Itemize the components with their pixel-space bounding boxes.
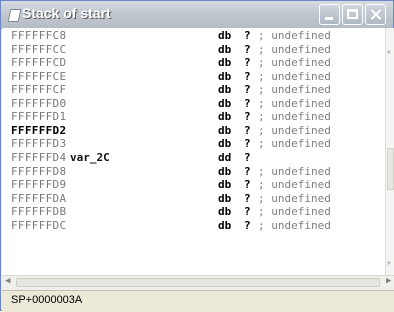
stack-offset: FFFFFFDA (11, 191, 67, 205)
row-comment: ; undefined (258, 123, 331, 137)
stack-offset: FFFFFFC8 (11, 29, 67, 42)
stack-offset: FFFFFFDC (11, 218, 67, 232)
stack-offset: FFFFFFD0 (11, 96, 67, 110)
undefined-value: ? (244, 123, 251, 137)
stack-pointer-offset: SP+0000003A (11, 294, 83, 306)
undefined-value: ? (244, 110, 251, 124)
horizontal-scroll-thumb[interactable] (16, 278, 380, 287)
status-bar: SP+0000003A (2, 290, 394, 312)
undefined-value: ? (244, 191, 251, 205)
row-comment: ; undefined (258, 56, 331, 70)
data-directive: db (218, 110, 232, 124)
stack-row[interactable]: FFFFFFD9 db? ; undefined (2, 178, 385, 191)
variable-name: var_2C (70, 150, 110, 164)
undefined-value: ? (244, 83, 251, 97)
undefined-value: ? (244, 69, 251, 83)
data-directive: db (218, 178, 232, 192)
stack-offset: FFFFFFD1 (11, 110, 67, 124)
stack-offset: FFFFFFCF (11, 83, 67, 97)
scroll-left-arrow-icon[interactable]: ◀ (5, 276, 10, 286)
undefined-value: ? (244, 29, 251, 42)
stack-row[interactable]: FFFFFFCF db? ; undefined (2, 83, 385, 96)
stack-row[interactable]: FFFFFFDB db? ; undefined (2, 205, 385, 218)
stack-offset: FFFFFFDB (11, 205, 67, 219)
stack-row[interactable]: FFFFFFC8 db? ; undefined (2, 29, 385, 42)
row-comment: ; undefined (258, 205, 331, 219)
row-comment: ; undefined (258, 83, 331, 97)
data-directive: db (218, 164, 232, 178)
stack-offset: FFFFFFCC (11, 42, 67, 56)
undefined-value: ? (244, 137, 251, 151)
stack-row[interactable]: FFFFFFD4 var_2C dd? (2, 151, 385, 164)
scroll-right-arrow-icon[interactable]: ▶ (386, 276, 391, 286)
stack-listing[interactable]: FFFFFFC8 db? ; undefined FFFFFFCC db? ; undef… (2, 28, 385, 275)
scroll-up-arrow-icon[interactable]: ▲ (387, 48, 391, 55)
data-directive: db (218, 42, 232, 56)
data-directive: dd (218, 150, 232, 164)
stack-row[interactable]: FFFFFFCD db? ; undefined (2, 56, 385, 69)
undefined-value: ? (244, 96, 251, 110)
stack-window-icon (7, 9, 22, 22)
row-comment: ; undefined (258, 96, 331, 110)
vertical-scroll-thumb[interactable] (387, 148, 394, 190)
maximize-button[interactable] (342, 4, 363, 25)
row-comment: ; undefined (258, 191, 331, 205)
horizontal-scrollbar[interactable]: ◀ ▶ (2, 275, 394, 290)
row-comment: ; undefined (258, 218, 331, 232)
data-directive: db (218, 56, 232, 70)
row-comment: ; undefined (258, 42, 331, 56)
row-comment: ; undefined (258, 178, 331, 192)
stack-offset: FFFFFFD2 (11, 123, 67, 137)
row-comment: ; undefined (258, 69, 331, 83)
stack-row[interactable]: FFFFFFD8 db? ; undefined (2, 165, 385, 178)
window-title: Stack of start (22, 5, 111, 21)
stack-row[interactable]: FFFFFFCE db? ; undefined (2, 70, 385, 83)
stack-row[interactable]: FFFFFFD2 db? ; undefined (2, 124, 385, 137)
stack-offset: FFFFFFD4 (11, 150, 67, 164)
undefined-value: ? (244, 218, 251, 232)
data-directive: db (218, 83, 232, 97)
stack-row[interactable]: FFFFFFD0 db? ; undefined (2, 97, 385, 110)
row-comment: ; undefined (258, 164, 331, 178)
data-directive: db (218, 191, 232, 205)
data-directive: db (218, 123, 232, 137)
undefined-value: ? (244, 164, 251, 178)
data-directive: db (218, 218, 232, 232)
close-button[interactable] (365, 4, 386, 25)
stack-offset: FFFFFFD9 (11, 178, 67, 192)
undefined-value: ? (244, 56, 251, 70)
data-directive: db (218, 29, 232, 42)
title-bar[interactable]: Stack of start (1, 1, 393, 29)
stack-row[interactable]: FFFFFFD1 db? ; undefined (2, 110, 385, 123)
undefined-value: ? (244, 150, 251, 164)
vertical-scrollbar[interactable]: ▲ ▼ (385, 28, 394, 276)
stack-row[interactable]: FFFFFFDC db? ; undefined (2, 219, 385, 232)
undefined-value: ? (244, 42, 251, 56)
data-directive: db (218, 69, 232, 83)
stack-offset: FFFFFFD8 (11, 164, 67, 178)
row-comment: ; undefined (258, 110, 331, 124)
scroll-down-arrow-icon[interactable]: ▼ (387, 260, 391, 267)
row-comment: ; undefined (258, 137, 331, 151)
minimize-button[interactable] (319, 4, 340, 25)
stack-offset: FFFFFFCE (11, 69, 67, 83)
data-directive: db (218, 205, 232, 219)
undefined-value: ? (244, 178, 251, 192)
stack-offset: FFFFFFD3 (11, 137, 67, 151)
stack-offset: FFFFFFCD (11, 56, 67, 70)
data-directive: db (218, 96, 232, 110)
undefined-value: ? (244, 205, 251, 219)
stack-row[interactable]: FFFFFFDA db? ; undefined (2, 192, 385, 205)
row-comment: ; undefined (258, 29, 331, 42)
stack-row[interactable]: FFFFFFD3 db? ; undefined (2, 137, 385, 150)
stack-row[interactable]: FFFFFFCC db? ; undefined (2, 43, 385, 56)
data-directive: db (218, 137, 232, 151)
stack-window: Stack of start FFFFFFC8 db?; undefined FFF… (0, 0, 394, 312)
